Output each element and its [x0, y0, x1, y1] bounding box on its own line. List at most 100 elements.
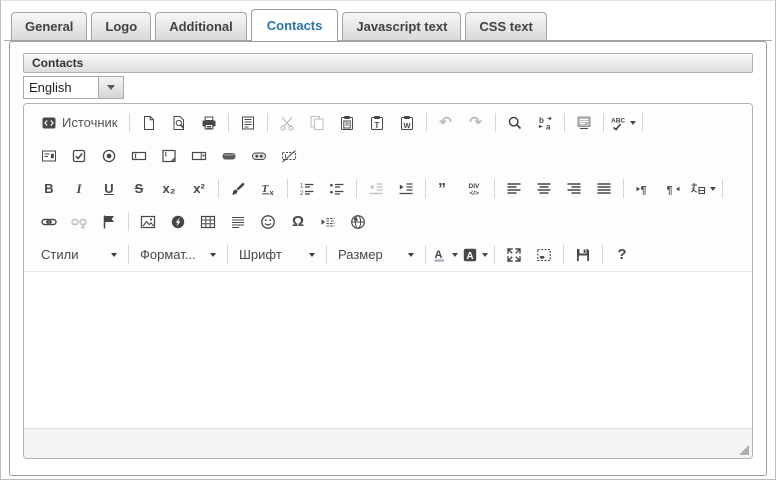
tab-javascript-text[interactable]: Javascript text: [342, 12, 461, 40]
table-button[interactable]: [194, 209, 222, 235]
format-combo[interactable]: Формат...: [134, 243, 222, 267]
smiley-button[interactable]: [254, 209, 282, 235]
text-direction-ltr-button[interactable]: ¶: [629, 176, 657, 202]
paste-text-button[interactable]: T: [363, 110, 391, 136]
rich-text-editor: ИсточникTW↶↷baABCBIUSx₂x²Tx12”DIV</>¶¶ΩС…: [23, 103, 753, 459]
tab-additional[interactable]: Additional: [155, 12, 247, 40]
strikethrough-button[interactable]: S: [125, 176, 153, 202]
about-button[interactable]: ?: [608, 242, 636, 268]
about-icon: ?: [614, 247, 630, 263]
underline-icon: U: [101, 181, 117, 197]
preview-button[interactable]: [165, 110, 193, 136]
templates-button[interactable]: [234, 110, 262, 136]
text-color-button[interactable]: A: [431, 242, 459, 268]
button-button[interactable]: [215, 143, 243, 169]
svg-text:¶: ¶: [641, 184, 647, 196]
pagebreak-icon: [320, 214, 336, 230]
horizontal-rule-button[interactable]: [224, 209, 252, 235]
language-select-value[interactable]: English: [23, 76, 99, 99]
anchor-icon: [101, 214, 117, 230]
justify-block-button[interactable]: [590, 176, 618, 202]
language-select[interactable]: English: [23, 76, 124, 99]
bold-button[interactable]: B: [35, 176, 63, 202]
copy-button: [303, 110, 331, 136]
increase-indent-button[interactable]: [392, 176, 420, 202]
iframe-button[interactable]: [344, 209, 372, 235]
editor-content[interactable]: [24, 272, 752, 428]
tab-logo[interactable]: Logo: [91, 12, 151, 40]
table-icon: [200, 214, 216, 230]
chevron-down-icon: [452, 253, 458, 257]
language-dropdown-button[interactable]: [99, 76, 124, 99]
language-button[interactable]: [689, 176, 717, 202]
flash-button[interactable]: [164, 209, 192, 235]
spell-checker-button[interactable]: ABC: [609, 110, 637, 136]
copy-formatting-button[interactable]: [224, 176, 252, 202]
editor-footer: [24, 428, 752, 458]
chevron-down-icon: [710, 187, 716, 191]
replace-button[interactable]: ba: [531, 110, 559, 136]
bidirtl-icon: ¶: [665, 181, 681, 197]
blockquote-button[interactable]: ”: [431, 176, 459, 202]
find-button[interactable]: [501, 110, 529, 136]
link-button[interactable]: [35, 209, 63, 235]
undo-button: ↶: [432, 110, 460, 136]
print-button[interactable]: [195, 110, 223, 136]
tab-css-text[interactable]: CSS text: [465, 12, 546, 40]
background-color-button[interactable]: A: [461, 242, 489, 268]
resize-handle-icon[interactable]: [739, 445, 749, 455]
selection-field-button[interactable]: [185, 143, 213, 169]
save-button[interactable]: [569, 242, 597, 268]
templates-icon: [240, 115, 256, 131]
italic-button[interactable]: I: [65, 176, 93, 202]
toolbar-separator: [128, 212, 129, 231]
special-character-button[interactable]: Ω: [284, 209, 312, 235]
svg-text:T: T: [262, 183, 270, 195]
numbered-list-button[interactable]: 12: [293, 176, 321, 202]
bidiltr-icon: ¶: [635, 181, 651, 197]
page-break-button[interactable]: [314, 209, 342, 235]
imagebutton-icon: [251, 148, 267, 164]
align-left-button[interactable]: [500, 176, 528, 202]
font-combo[interactable]: Шрифт: [233, 243, 321, 267]
paste-from-word-button[interactable]: W: [393, 110, 421, 136]
anchor-button[interactable]: [95, 209, 123, 235]
sub-icon: x₂: [161, 181, 177, 197]
align-center-button[interactable]: [530, 176, 558, 202]
text-direction-rtl-button[interactable]: ¶: [659, 176, 687, 202]
checkbox-icon: [71, 148, 87, 164]
image-button-button[interactable]: [245, 143, 273, 169]
chevron-down-icon: [482, 253, 488, 257]
align-right-button[interactable]: [560, 176, 588, 202]
tab-general[interactable]: General: [11, 12, 87, 40]
svg-text:DIV: DIV: [469, 183, 481, 190]
outdent-icon: [368, 181, 384, 197]
paste-button[interactable]: [333, 110, 361, 136]
hidden-field-button[interactable]: [275, 143, 303, 169]
size-combo[interactable]: Размер: [332, 243, 420, 267]
div-container-button[interactable]: DIV</>: [461, 176, 489, 202]
flash-icon: [170, 214, 186, 230]
blockquote-icon: ”: [437, 181, 453, 197]
form-button[interactable]: [35, 143, 63, 169]
remove-format-button[interactable]: Tx: [254, 176, 282, 202]
toolbar-separator: [326, 245, 327, 264]
text-field-button[interactable]: [125, 143, 153, 169]
tab-contacts[interactable]: Contacts: [251, 9, 339, 41]
toolbar-separator: [426, 113, 427, 132]
subscript-button[interactable]: x₂: [155, 176, 183, 202]
superscript-button[interactable]: x²: [185, 176, 213, 202]
show-blocks-button[interactable]: [530, 242, 558, 268]
radio-button-button[interactable]: [95, 143, 123, 169]
underline-button[interactable]: U: [95, 176, 123, 202]
bulleted-list-button[interactable]: [323, 176, 351, 202]
select-all-button[interactable]: [570, 110, 598, 136]
new-page-button[interactable]: [135, 110, 163, 136]
toolbar-row: [28, 139, 748, 172]
textarea-button[interactable]: [155, 143, 183, 169]
image-button[interactable]: [134, 209, 162, 235]
maximize-button[interactable]: [500, 242, 528, 268]
styles-combo[interactable]: Стили: [35, 243, 123, 267]
source-button[interactable]: Источник: [35, 110, 124, 136]
checkbox-button[interactable]: [65, 143, 93, 169]
